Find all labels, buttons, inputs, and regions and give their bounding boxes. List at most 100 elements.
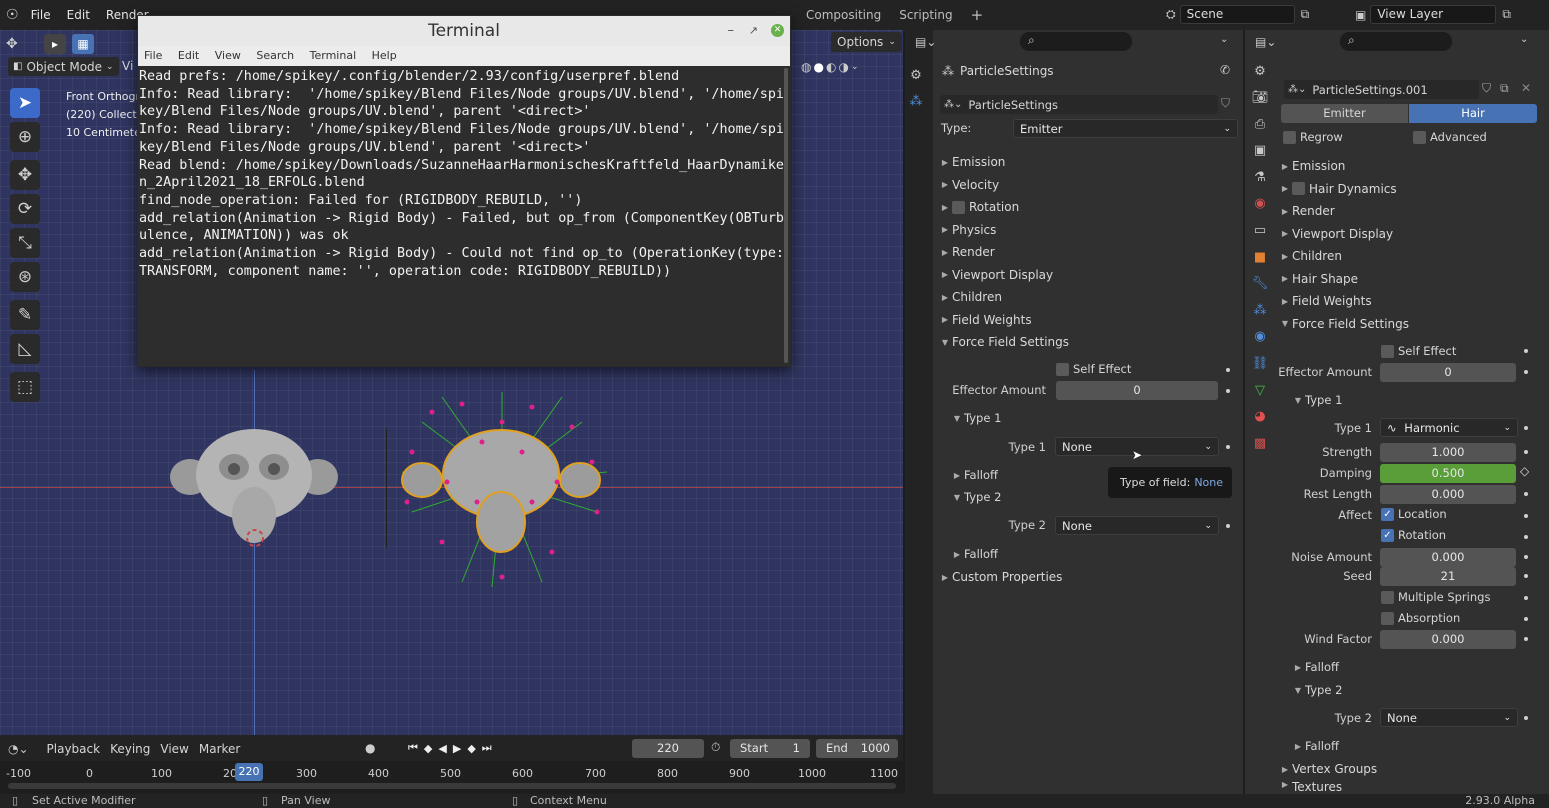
editor-type-icon[interactable]: ▤⌄ xyxy=(915,35,936,49)
type-dropdown[interactable]: Emitter ⌄ xyxy=(1013,119,1238,138)
view-menu[interactable]: Vi xyxy=(122,59,133,73)
advanced-checkbox[interactable] xyxy=(1413,130,1426,144)
section-force-field-settings[interactable]: ▼ Force Field Settings xyxy=(938,331,1069,353)
keyframe-dot[interactable] xyxy=(1226,368,1230,372)
scene-tab-icon[interactable]: ⚗ xyxy=(1249,166,1271,188)
select-mode-icon[interactable]: ▦ xyxy=(72,34,94,54)
section-viewport-display[interactable]: ▶ Viewport Display xyxy=(938,264,1053,286)
falloff2-subsection-2[interactable]: ▶ Falloff xyxy=(1291,739,1339,753)
chevron-down-icon[interactable]: ⌄ xyxy=(1220,34,1228,45)
current-frame-field[interactable]: 220 xyxy=(632,739,704,758)
falloff-subsection[interactable]: ▶ Falloff xyxy=(950,468,998,482)
type1-dropdown-2[interactable]: ∿ Harmonic ⌄ xyxy=(1380,418,1518,437)
jump-start-icon[interactable]: ⏮ xyxy=(408,741,418,755)
keyframe-diamond-icon[interactable]: ◇ xyxy=(1520,464,1529,478)
data-tab-icon[interactable]: ▽ xyxy=(1249,379,1271,401)
falloff-subsection-2[interactable]: ▶ Falloff xyxy=(1291,660,1339,674)
timeline-editor-icon[interactable]: ◔⌄ xyxy=(8,742,29,756)
terminal-window[interactable]: Terminal – ↗ ✕ File Edit View Search Ter… xyxy=(137,15,791,367)
self-effect-checkbox[interactable] xyxy=(1381,344,1394,358)
affect-location-toggle[interactable]: ✓ Location xyxy=(1381,507,1447,521)
3d-cursor-icon[interactable] xyxy=(243,526,267,550)
regrow-checkbox[interactable] xyxy=(1283,130,1296,144)
close-icon[interactable]: ✕ xyxy=(771,24,784,37)
absorption-toggle[interactable]: Absorption xyxy=(1381,611,1460,625)
menu-keying[interactable]: Keying xyxy=(110,742,150,756)
section-viewport-display[interactable]: ▶ Viewport Display xyxy=(1278,223,1393,245)
scene-field[interactable]: Scene xyxy=(1179,5,1295,24)
affect-rotation-toggle[interactable]: ✓ Rotation xyxy=(1381,528,1446,542)
section-hair-shape[interactable]: ▶ Hair Shape xyxy=(1278,268,1358,290)
keyframe-dot[interactable] xyxy=(1524,637,1528,641)
section-custom-properties[interactable]: ▶ Custom Properties xyxy=(938,566,1238,588)
cursor-tool-icon[interactable]: ⊕ xyxy=(10,122,40,152)
particles-tab-icon[interactable]: ⁂ xyxy=(1249,299,1271,322)
section-children[interactable]: ▶ Children xyxy=(1278,245,1342,267)
falloff2-subsection[interactable]: ▶ Falloff xyxy=(950,547,998,561)
tool-tab-icon[interactable]: ⚙ xyxy=(1249,60,1271,82)
type2-dropdown[interactable]: None ⌄ xyxy=(1055,516,1219,535)
terminal-menu-help[interactable]: Help xyxy=(372,49,397,62)
tab-compositing[interactable]: Compositing xyxy=(797,0,890,30)
collection-tab-icon[interactable]: ▭ xyxy=(1249,220,1271,242)
scale-tool-icon[interactable]: ⤡ xyxy=(10,228,40,258)
keyframe-dot[interactable] xyxy=(1524,555,1528,559)
jump-keyframe-forward-icon[interactable]: ◆ xyxy=(467,742,475,755)
self-effect-toggle-2[interactable]: Self Effect xyxy=(1381,344,1456,358)
panel2-search[interactable]: ⌕ xyxy=(1340,32,1452,51)
tab-hair[interactable]: Hair xyxy=(1409,104,1537,123)
type2-subsection-2[interactable]: ▼ Type 2 xyxy=(1291,683,1342,697)
chevron-down-icon[interactable]: ⌄ xyxy=(1520,34,1528,45)
section-field-weights[interactable]: ▶ Field Weights xyxy=(938,309,1032,331)
chevron-down-icon[interactable]: ⌄ xyxy=(851,62,859,72)
terminal-titlebar[interactable]: Terminal – ↗ ✕ xyxy=(138,16,790,46)
render-tab-icon[interactable]: 📷︎ xyxy=(1249,87,1271,109)
keyframe-dot[interactable] xyxy=(1226,445,1230,449)
section-physics[interactable]: ▶ Physics xyxy=(938,219,996,241)
self-effect-toggle[interactable]: Self Effect xyxy=(1056,362,1131,376)
menu-timeline-view[interactable]: View xyxy=(160,742,188,756)
keyframe-dot[interactable] xyxy=(1524,426,1528,430)
absorption-checkbox[interactable] xyxy=(1381,611,1394,625)
terminal-menu-edit[interactable]: Edit xyxy=(178,49,199,62)
minimize-icon[interactable]: – xyxy=(728,16,735,46)
keyframe-dot[interactable] xyxy=(1524,492,1528,496)
terminal-menu-view[interactable]: View xyxy=(215,49,241,62)
keyframe-dot[interactable] xyxy=(1524,349,1528,353)
terminal-scrollbar[interactable] xyxy=(784,68,788,363)
type1-subsection-2[interactable]: ▼ Type 1 xyxy=(1291,393,1342,407)
menu-edit[interactable]: Edit xyxy=(59,0,98,30)
keyframe-dot[interactable] xyxy=(1524,716,1528,720)
add-workspace-button[interactable]: + xyxy=(962,0,993,30)
seed-field[interactable]: 21 xyxy=(1380,567,1516,586)
keyframe-dot[interactable] xyxy=(1524,450,1528,454)
keyframe-dot[interactable] xyxy=(1524,596,1528,600)
rendered-shading-icon[interactable]: ◑ xyxy=(838,60,848,74)
terminal-menu-terminal[interactable]: Terminal xyxy=(310,49,357,62)
blender-logo-icon[interactable]: ☉ xyxy=(6,7,19,23)
object-tab-icon[interactable]: ■ xyxy=(1249,246,1271,268)
physics-tab-icon[interactable]: ◉ xyxy=(1249,326,1271,348)
annotate-tool-icon[interactable]: ✎ xyxy=(10,300,40,330)
maximize-icon[interactable]: ↗ xyxy=(749,16,758,46)
section-hair-dynamics[interactable]: ▶ Hair Dynamics xyxy=(1278,178,1397,200)
section-render[interactable]: ▶ Render xyxy=(938,241,995,263)
options-dropdown[interactable]: Options ⌄ xyxy=(831,32,902,52)
editor-type-icon[interactable]: ▤⌄ xyxy=(1255,35,1276,49)
pin-icon[interactable]: ✆ xyxy=(1220,63,1230,77)
keyframe-dot[interactable] xyxy=(1524,535,1528,539)
menu-file[interactable]: File xyxy=(23,0,59,30)
keyframe-dot[interactable] xyxy=(1524,574,1528,578)
keyframe-dot[interactable] xyxy=(1226,389,1230,393)
section-render[interactable]: ▶ Render xyxy=(1278,200,1335,222)
material-shading-icon[interactable]: ◐ xyxy=(826,60,836,74)
strength-field[interactable]: 1.000 xyxy=(1380,443,1516,462)
effector-amount-field[interactable]: 0 xyxy=(1056,381,1218,400)
terminal-menu-search[interactable]: Search xyxy=(256,49,294,62)
multiple-springs-toggle[interactable]: Multiple Springs xyxy=(1381,590,1490,604)
suzanne-hair-mesh[interactable] xyxy=(382,382,622,592)
particles-tab-icon[interactable]: ⁂ xyxy=(905,91,927,113)
type2-subsection[interactable]: ▼ Type 2 xyxy=(950,490,1001,504)
transform-tool-icon[interactable]: ⊛ xyxy=(10,262,40,292)
play-icon[interactable]: ▶ xyxy=(453,742,461,755)
